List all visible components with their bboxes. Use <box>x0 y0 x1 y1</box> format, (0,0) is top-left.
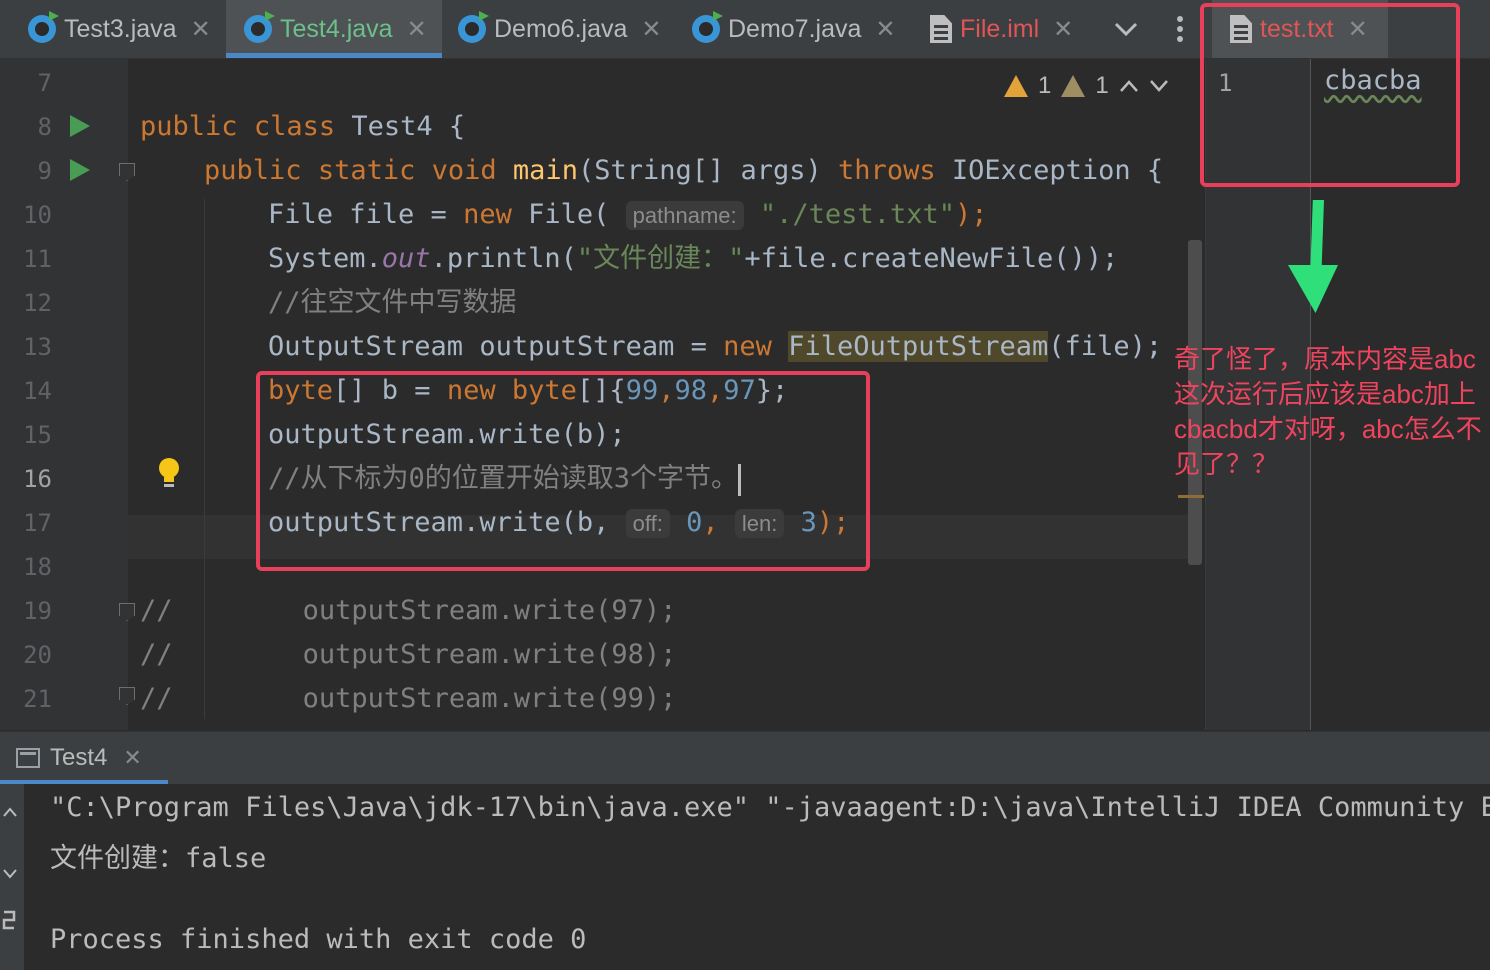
line-number: 20 <box>23 641 52 669</box>
run-console[interactable]: "C:\Program Files\Java\jdk-17\bin\java.e… <box>24 784 1490 970</box>
inspection-widget[interactable]: 1 1 <box>1004 72 1169 100</box>
weak-warning-count: 1 <box>1095 72 1109 99</box>
line-number: 18 <box>23 553 52 581</box>
java-class-icon <box>692 15 720 43</box>
line-number: 21 <box>23 685 52 713</box>
previous-highlight-icon[interactable] <box>1119 79 1139 93</box>
run-tool-window-header: Test4 ✕ <box>0 731 1490 784</box>
java-class-icon <box>244 15 272 43</box>
code-line-19: // outputStream.write(97); <box>140 595 677 626</box>
code-line-9: public static void main(String[] args) t… <box>204 155 1164 186</box>
run-toolbar <box>0 784 24 970</box>
parameter-hint: pathname: <box>625 201 744 230</box>
rerun-icon[interactable] <box>0 908 18 934</box>
annotation-box-txt <box>1200 3 1460 187</box>
close-icon[interactable]: ✕ <box>641 15 661 43</box>
java-class-icon <box>458 15 486 43</box>
close-icon[interactable]: ✕ <box>407 15 427 43</box>
collapse-up-icon[interactable] <box>2 804 18 820</box>
line-number: 10 <box>23 201 52 229</box>
warning-count: 1 <box>1038 72 1052 99</box>
scrollbar-marker <box>1178 495 1204 498</box>
tab-demo7-java[interactable]: Demo7.java ✕ <box>692 0 896 58</box>
tab-label: Test4.java <box>280 14 393 43</box>
code-line-12: //往空文件中写数据 <box>268 287 517 318</box>
annotation-box-code <box>256 371 870 571</box>
run-class-icon[interactable] <box>70 115 90 137</box>
console-line: 文件创建：false <box>50 843 267 874</box>
console-line: "C:\Program Files\Java\jdk-17\bin\java.e… <box>50 792 1490 823</box>
tab-demo6-java[interactable]: Demo6.java ✕ <box>458 0 662 58</box>
annotation-note: 奇了怪了，原本内容是abc 这次运行后应该是abc加上cbacbd才对呀，abc… <box>1174 344 1484 479</box>
tab-file-iml[interactable]: File.iml ✕ <box>930 0 1073 58</box>
line-number: 11 <box>23 245 52 273</box>
code-line-13: OutputStream outputStream = new FileOutp… <box>268 331 1163 362</box>
line-number: 7 <box>37 69 52 97</box>
tab-label: File.iml <box>960 14 1040 43</box>
close-icon[interactable]: ✕ <box>191 15 211 43</box>
console-icon <box>16 748 40 768</box>
close-icon[interactable]: ✕ <box>123 746 141 771</box>
code-line-10: File file = new File( pathname: "./test.… <box>268 199 988 230</box>
warning-icon <box>1004 75 1028 97</box>
line-number: 9 <box>37 157 52 185</box>
line-number: 8 <box>37 113 52 141</box>
more-options-icon[interactable] <box>1174 0 1186 58</box>
line-number: 19 <box>23 597 52 625</box>
editor-gutter: 7 8 9 10 11 12 13 14 15 16 17 18 19 20 2… <box>0 59 179 730</box>
run-tab-label: Test4 <box>50 744 108 771</box>
code-line-11: System.out.println("文件创建："+file.createNe… <box>268 243 1119 274</box>
next-highlight-icon[interactable] <box>1149 79 1169 93</box>
code-line-20: // outputStream.write(98); <box>140 639 677 670</box>
tab-label: Demo6.java <box>494 14 628 43</box>
weak-warning-icon <box>1061 75 1086 97</box>
run-tab-test4[interactable]: Test4 ✕ <box>0 732 142 784</box>
close-icon[interactable]: ✕ <box>875 15 895 43</box>
run-main-icon[interactable] <box>70 159 90 181</box>
down-icon[interactable] <box>2 866 18 882</box>
line-number-current: 16 <box>23 465 52 493</box>
code-line-8: public class Test4 { <box>140 111 466 142</box>
java-class-icon <box>28 15 56 43</box>
console-line: Process finished with exit code 0 <box>50 924 587 955</box>
line-number: 14 <box>23 377 52 405</box>
close-icon[interactable]: ✕ <box>1053 15 1073 43</box>
line-number: 17 <box>23 509 52 537</box>
module-file-icon <box>930 15 952 43</box>
line-number: 15 <box>23 421 52 449</box>
line-number: 12 <box>23 289 52 317</box>
code-line-21: // outputStream.write(99); <box>140 683 677 714</box>
tab-label: Demo7.java <box>728 14 862 43</box>
line-number: 13 <box>23 333 52 361</box>
active-tab-indicator <box>226 53 442 58</box>
show-hidden-tabs-chevron-icon[interactable] <box>1114 0 1138 58</box>
tab-test4-java[interactable]: Test4.java ✕ <box>226 0 442 58</box>
tab-test3-java[interactable]: Test3.java ✕ <box>0 0 226 58</box>
tab-label: Test3.java <box>64 14 177 43</box>
